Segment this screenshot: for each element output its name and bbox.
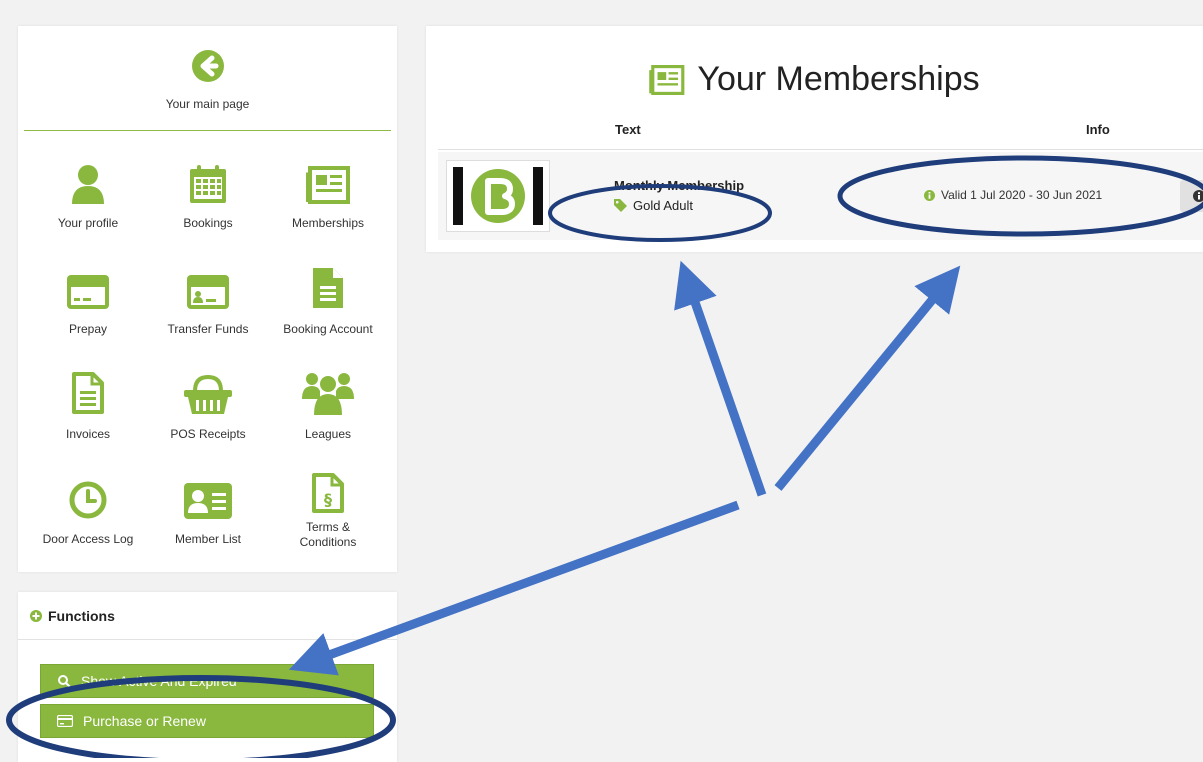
column-header-info[interactable]: Info (1086, 122, 1110, 137)
back-arrow-icon (191, 50, 224, 82)
tile-member-list[interactable]: Member List (148, 468, 268, 547)
credit-card-icon (67, 275, 109, 309)
legal-document-icon: § (312, 473, 344, 513)
membership-logo (446, 160, 550, 232)
calendar-icon (190, 165, 226, 203)
functions-panel: Functions Show Active And Expired Purcha… (18, 592, 397, 762)
member-card-icon (184, 483, 232, 519)
tile-bookings[interactable]: Bookings (148, 152, 268, 231)
nav-divider (24, 130, 391, 131)
document-lines-icon (72, 372, 104, 414)
users-icon (302, 373, 354, 415)
main-page-link[interactable]: Your main page (18, 50, 397, 111)
membership-info-button[interactable] (1180, 180, 1203, 212)
memberships-panel: Your Memberships Text Info Monthly Membe… (426, 26, 1203, 252)
info-icon (1193, 190, 1203, 202)
tile-terms-conditions[interactable]: § Terms & Conditions (268, 462, 388, 550)
membership-validity: Valid 1 Jul 2020 - 30 Jun 2021 (924, 188, 1102, 202)
main-page-label: Your main page (165, 97, 250, 111)
purchase-renew-button[interactable]: Purchase or Renew (40, 704, 374, 738)
page-title-text: Your Memberships (697, 60, 980, 98)
document-icon (313, 268, 343, 308)
membership-name: Monthly Membership (614, 178, 745, 193)
arrow-to-validity (774, 265, 961, 491)
clock-icon (69, 481, 107, 519)
tile-door-access-log[interactable]: Door Access Log (28, 468, 148, 547)
table-row[interactable]: Monthly Membership Gold Adult Valid 1 Ju… (438, 152, 1203, 240)
tile-invoices[interactable]: Invoices (28, 363, 148, 442)
credit-card-icon (57, 715, 73, 727)
tile-your-profile[interactable]: Your profile (28, 152, 148, 231)
tile-booking-account[interactable]: Booking Account (268, 258, 388, 337)
functions-header[interactable]: Functions (30, 608, 115, 624)
tile-leagues[interactable]: Leagues (268, 363, 388, 442)
functions-title: Functions (48, 608, 115, 624)
tile-transfer-funds[interactable]: Transfer Funds (148, 258, 268, 337)
functions-divider (18, 639, 397, 640)
newspaper-icon (649, 64, 685, 95)
basket-icon (184, 374, 232, 414)
id-card-icon (187, 275, 229, 309)
arrow-to-gold-adult (674, 260, 767, 497)
info-icon (924, 189, 935, 201)
svg-text:§: § (324, 490, 332, 509)
tile-pos-receipts[interactable]: POS Receipts (148, 363, 268, 442)
user-icon (72, 165, 104, 204)
search-icon (58, 675, 71, 688)
tile-memberships[interactable]: Memberships (268, 152, 388, 231)
show-active-expired-button[interactable]: Show Active And Expired (40, 664, 374, 698)
plus-circle-icon (30, 610, 42, 622)
newspaper-icon (306, 166, 350, 204)
column-header-text[interactable]: Text (615, 122, 641, 137)
tile-prepay[interactable]: Prepay (28, 258, 148, 337)
annotation-arrows (288, 260, 961, 676)
membership-type: Gold Adult (614, 198, 693, 213)
table-header-divider (438, 149, 1203, 150)
tag-icon (614, 199, 627, 212)
navigation-panel: Your main page Your profile Bookings Mem… (18, 26, 397, 572)
page-title: Your Memberships (426, 60, 1203, 99)
